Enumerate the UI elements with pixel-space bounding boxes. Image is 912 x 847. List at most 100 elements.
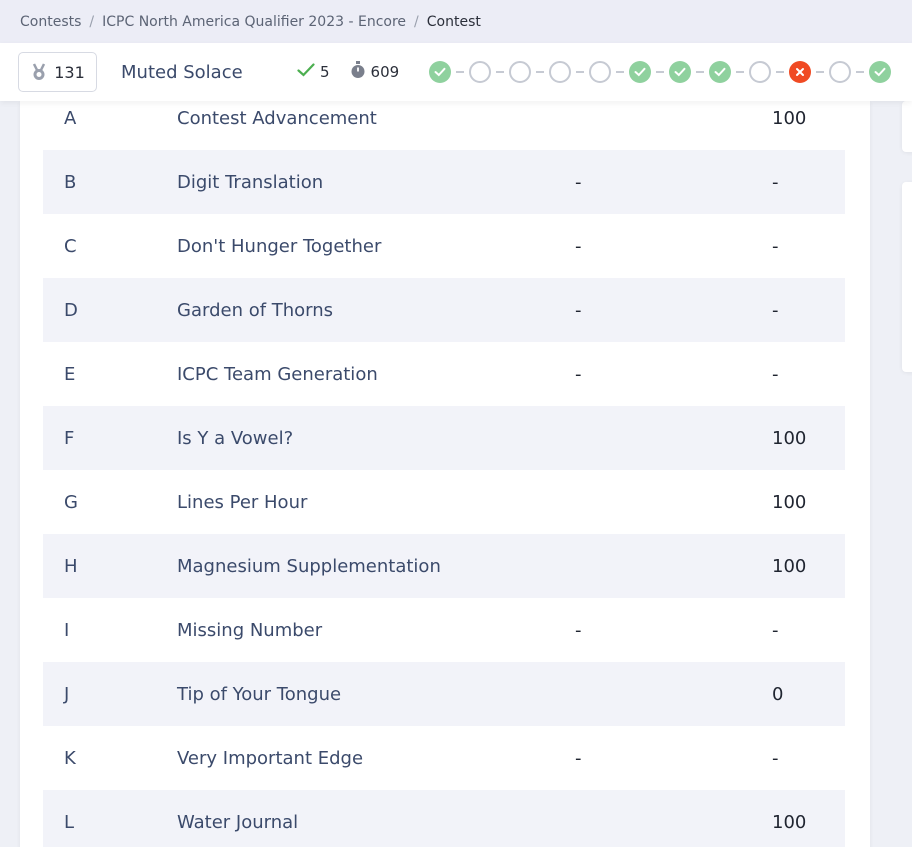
side-panel [902, 101, 912, 152]
breadcrumb-contests-link[interactable]: Contests [20, 14, 81, 30]
timeline-solved-node[interactable] [709, 61, 732, 83]
stopwatch-icon [350, 61, 366, 83]
breadcrumb-separator: / [89, 13, 95, 30]
problem-name-link[interactable]: Digit Translation [177, 172, 323, 193]
close-icon [796, 68, 805, 76]
problem-name-link[interactable]: Very Important Edge [177, 748, 363, 769]
problem-name-link[interactable]: Magnesium Supplementation [177, 556, 441, 577]
penalty-value: 609 [370, 63, 400, 81]
timeline-connector [456, 71, 465, 73]
problem-letter: G [64, 491, 78, 513]
problem-score: - [772, 299, 779, 321]
timeline-solved-node[interactable] [429, 61, 452, 83]
timeline-connector [576, 71, 585, 73]
timeline-connector [856, 71, 865, 73]
problem-letter: L [64, 811, 75, 833]
medal-icon [30, 63, 48, 81]
breadcrumb-contest-link[interactable]: ICPC North America Qualifier 2023 - Enco… [102, 14, 406, 30]
problem-name-link[interactable]: Missing Number [177, 620, 322, 641]
problem-row[interactable]: E ICPC Team Generation - - [43, 342, 845, 406]
timeline-connector [656, 71, 665, 73]
check-icon [434, 67, 446, 77]
problem-name-link[interactable]: ICPC Team Generation [177, 364, 378, 385]
problem-row[interactable]: K Very Important Edge - - [43, 726, 845, 790]
problem-attempt: - [575, 171, 582, 193]
problem-row[interactable]: D Garden of Thorns - - [43, 278, 845, 342]
problems-table: A Contest Advancement 100 B Digit Translatio… [43, 86, 845, 847]
timeline-solved-node[interactable] [869, 61, 892, 83]
team-name: Muted Solace [121, 61, 243, 83]
side-panel [902, 182, 912, 372]
timeline-connector [696, 71, 705, 73]
problem-row[interactable]: I Missing Number - - [43, 598, 845, 662]
problem-name-link[interactable]: Is Y a Vowel? [177, 428, 293, 449]
problem-name-link[interactable]: Water Journal [177, 812, 298, 833]
timeline-solved-node[interactable] [669, 61, 692, 83]
problem-letter: B [64, 171, 77, 193]
timeline-empty-node[interactable] [469, 61, 492, 83]
timeline-empty-node[interactable] [509, 61, 532, 83]
check-icon [714, 67, 726, 77]
problem-row[interactable]: B Digit Translation - - [43, 150, 845, 214]
check-icon [874, 67, 886, 77]
timeline-empty-node[interactable] [589, 61, 612, 83]
timeline-empty-node[interactable] [749, 61, 772, 83]
timeline-connector [496, 71, 505, 73]
contest-status-bar: 131 Muted Solace 5 609 [0, 43, 912, 101]
problem-attempt: - [575, 363, 582, 385]
penalty-time: 609 [350, 61, 400, 83]
problem-name-link[interactable]: Lines Per Hour [177, 492, 307, 513]
problems-card: A Contest Advancement 100 B Digit Translatio… [20, 101, 870, 847]
timeline-connector [776, 71, 785, 73]
timeline-connector [536, 71, 545, 73]
problem-score: 0 [772, 683, 784, 705]
problem-letter: K [64, 747, 76, 769]
problem-attempt: - [575, 747, 582, 769]
problem-score: - [772, 171, 779, 193]
solved-count: 5 [297, 63, 330, 81]
problem-letter: C [64, 235, 77, 257]
problem-attempt [554, 662, 750, 726]
problem-score: 100 [772, 491, 807, 513]
problem-letter: I [64, 619, 70, 641]
problem-score: - [772, 235, 779, 257]
problem-row[interactable]: L Water Journal 100 [43, 790, 845, 847]
problem-attempt: - [575, 235, 582, 257]
check-icon [674, 67, 686, 77]
problem-attempt [554, 470, 750, 534]
problem-score: - [772, 363, 779, 385]
breadcrumb: Contests / ICPC North America Qualifier … [0, 0, 912, 43]
medal-button[interactable]: 131 [18, 52, 97, 92]
problem-letter: D [64, 299, 78, 321]
problem-letter: F [64, 427, 75, 449]
submission-timeline [429, 61, 892, 83]
breadcrumb-current: Contest [426, 13, 481, 30]
check-icon [297, 63, 315, 81]
timeline-connector [736, 71, 745, 73]
problem-score: 100 [772, 427, 807, 449]
problem-name-link[interactable]: Garden of Thorns [177, 300, 333, 321]
problem-letter: E [64, 363, 76, 385]
timeline-empty-node[interactable] [549, 61, 572, 83]
solved-count-value: 5 [320, 63, 330, 81]
medal-value: 131 [54, 62, 85, 82]
timeline-connector [616, 71, 625, 73]
problem-row[interactable]: H Magnesium Supplementation 100 [43, 534, 845, 598]
problem-score: - [772, 619, 779, 641]
check-icon [634, 67, 646, 77]
problem-name-link[interactable]: Tip of Your Tongue [177, 684, 341, 705]
problem-row[interactable]: J Tip of Your Tongue 0 [43, 662, 845, 726]
problem-name-link[interactable]: Don't Hunger Together [177, 236, 381, 257]
problem-score: - [772, 747, 779, 769]
problem-score: 100 [772, 811, 807, 833]
problem-row[interactable]: F Is Y a Vowel? 100 [43, 406, 845, 470]
timeline-failed-node[interactable] [789, 61, 812, 83]
problem-row[interactable]: C Don't Hunger Together - - [43, 214, 845, 278]
timeline-solved-node[interactable] [629, 61, 652, 83]
problem-attempt [554, 790, 750, 847]
problem-letter: H [64, 555, 78, 577]
problem-row[interactable]: G Lines Per Hour 100 [43, 470, 845, 534]
problem-attempt: - [575, 619, 582, 641]
timeline-empty-node[interactable] [829, 61, 852, 83]
problem-name-link[interactable]: Contest Advancement [177, 108, 377, 129]
